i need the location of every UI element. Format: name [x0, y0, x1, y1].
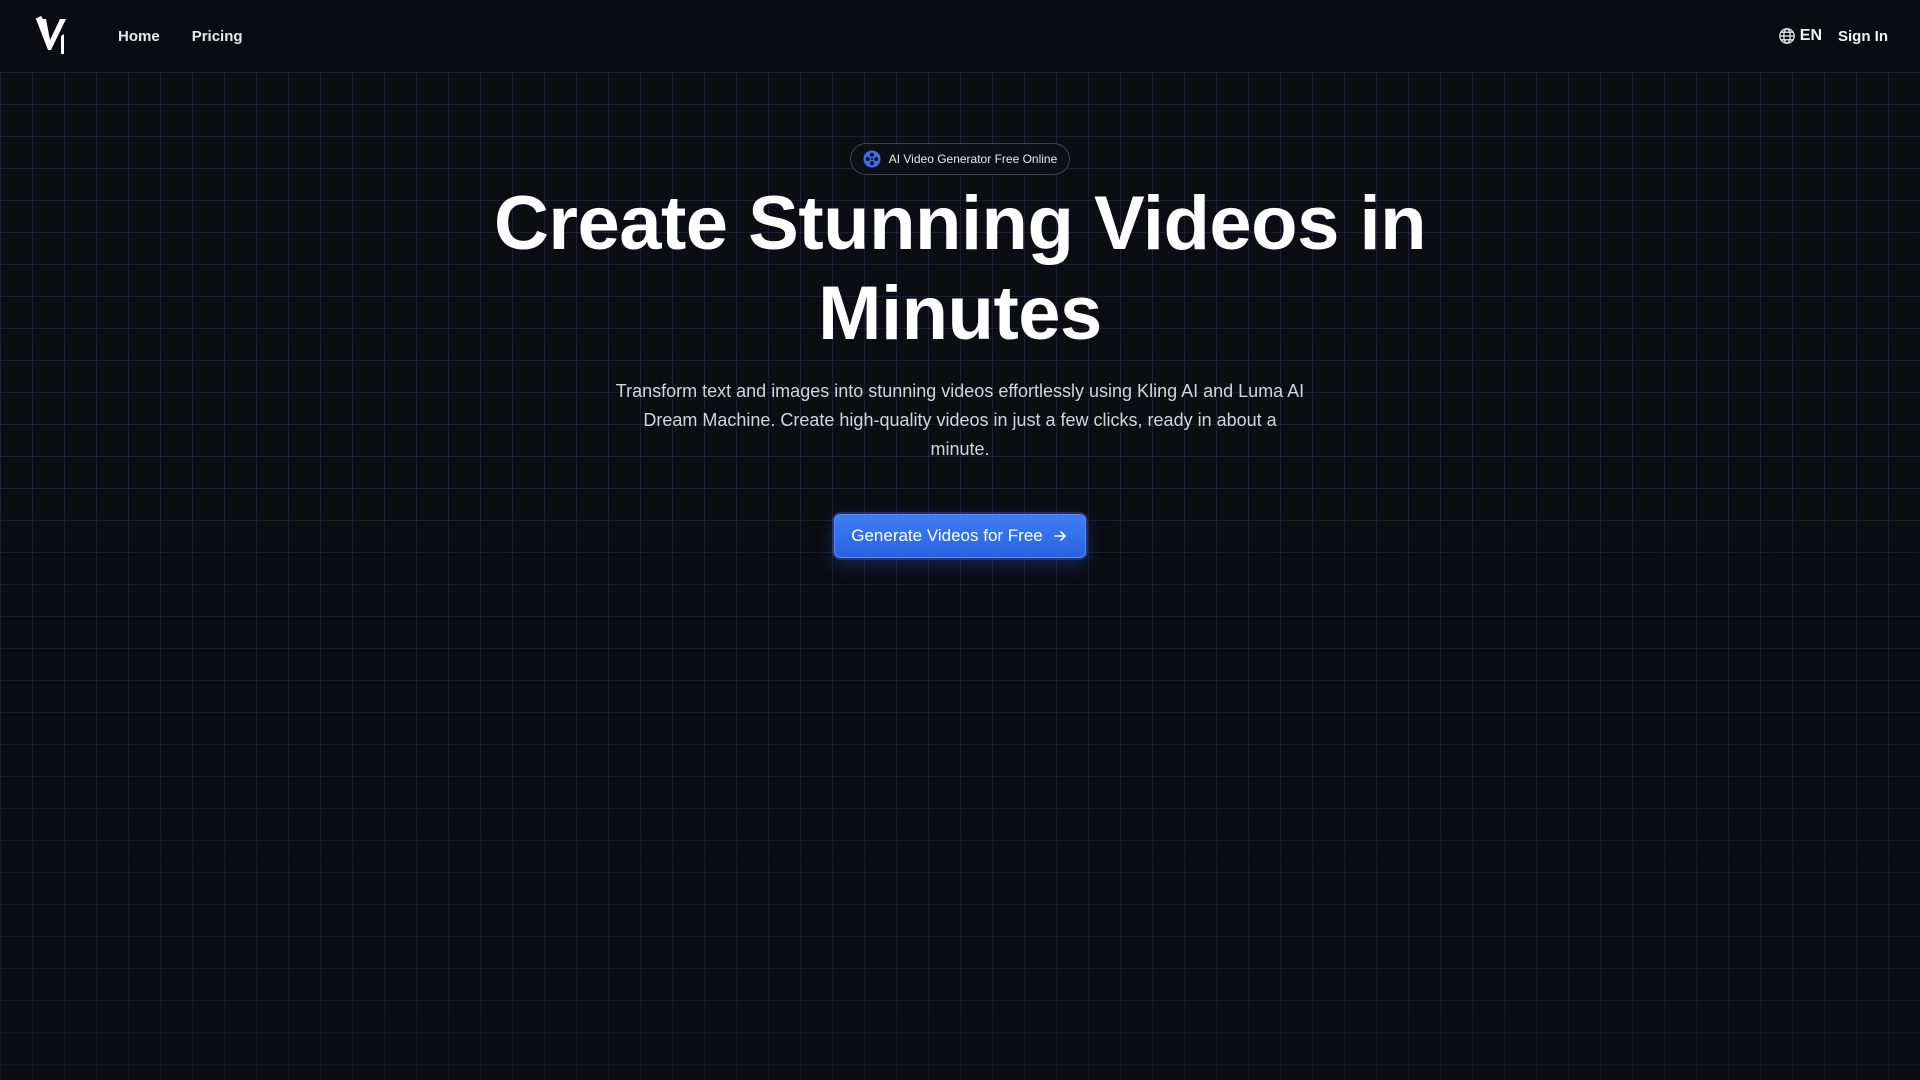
language-switcher[interactable]: EN	[1778, 27, 1822, 45]
hero-subtitle: Transform text and images into stunning …	[615, 381, 1305, 459]
film-reel-icon	[863, 150, 881, 168]
hero-badge: AI Video Generator Free Online	[849, 143, 1071, 175]
nav-pricing-link[interactable]: Pricing	[192, 28, 243, 45]
hero-badge-label: AI Video Generator Free Online	[888, 152, 1058, 166]
globe-icon	[1778, 27, 1796, 45]
header-actions: EN Sign In	[1778, 27, 1888, 45]
language-label: EN	[1799, 27, 1822, 44]
hero-section: AI Video Generator Free Online Create St…	[0, 143, 1920, 558]
sign-in-button[interactable]: Sign In	[1838, 28, 1888, 45]
generate-videos-button[interactable]: Generate Videos for Free	[834, 514, 1086, 558]
page: Home Pricing EN Sign In AI Video Generat…	[0, 0, 1920, 1080]
nav-home-link[interactable]: Home	[118, 28, 160, 45]
generate-videos-button-label: Generate Videos for Free	[851, 526, 1043, 545]
main-nav: Home Pricing	[118, 28, 243, 45]
arrow-right-icon	[1053, 529, 1067, 543]
hero-headline-line-2: Minutes	[818, 271, 1102, 356]
hero-headline-line-1: Create Stunning Videos in	[493, 181, 1427, 266]
v1-logo-icon[interactable]	[32, 14, 70, 58]
hero-headline: Create Stunning Videos in Minutes	[493, 179, 1427, 359]
top-navbar: Home Pricing EN Sign In	[0, 0, 1920, 72]
